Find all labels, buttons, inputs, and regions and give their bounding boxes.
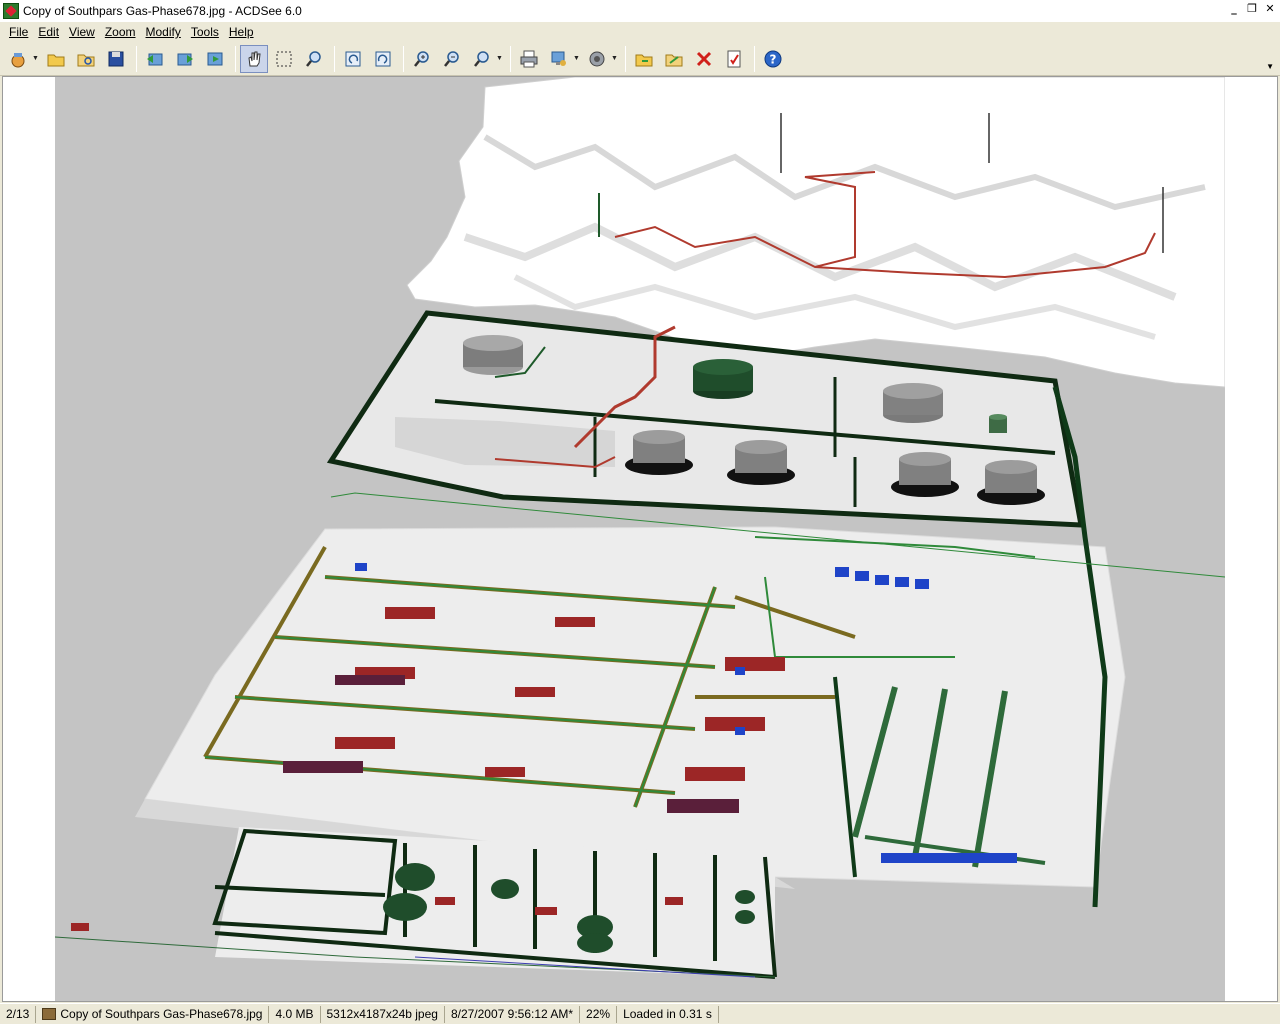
delete-icon — [696, 51, 712, 66]
help-button[interactable]: ? — [759, 45, 787, 73]
title-bar[interactable]: Copy of Southpars Gas-Phase678.jpg - ACD… — [0, 0, 1280, 22]
minimize-button[interactable]: _ — [1226, 2, 1242, 16]
acdsee-app-icon[interactable] — [3, 3, 19, 19]
menu-tools[interactable]: Tools — [186, 23, 224, 41]
previous-image-icon — [147, 53, 163, 65]
image-viewer[interactable] — [2, 76, 1278, 1002]
rotate-right-button[interactable] — [369, 45, 397, 73]
copy-to-folder-button[interactable] — [630, 45, 658, 73]
selection-button[interactable] — [270, 45, 298, 73]
dropdown-arrow-icon[interactable]: ▼ — [573, 55, 581, 62]
render-drawing — [54, 77, 1226, 1001]
menu-bar: File Edit View Zoom Modify Tools Help — [0, 22, 1280, 42]
move-to-folder-button[interactable] — [660, 45, 688, 73]
toolbar-separator — [754, 45, 755, 72]
restore-button[interactable]: ❐ — [1244, 2, 1260, 16]
status-filesize: 4.0 MB — [269, 1005, 321, 1023]
set-wallpaper-button[interactable] — [545, 45, 573, 73]
status-filename: Copy of Southpars Gas-Phase678.jpg — [36, 1005, 270, 1023]
toolbar: ▼ ▼ ▼ ▼? ▼ — [0, 42, 1280, 76]
toolbar-separator — [235, 45, 236, 72]
next-image-button[interactable] — [171, 45, 199, 73]
dropdown-arrow-icon[interactable]: ▼ — [611, 55, 619, 62]
audio-icon — [589, 51, 605, 66]
window-title: Copy of Southpars Gas-Phase678.jpg - ACD… — [23, 4, 302, 18]
acquire-icon — [11, 52, 25, 67]
toolbar-overflow-icon[interactable]: ▼ — [1266, 62, 1274, 71]
status-modified-date: 8/27/2007 9:56:12 AM* — [445, 1005, 581, 1023]
menu-file[interactable]: File — [4, 23, 33, 41]
browse-button[interactable] — [72, 45, 100, 73]
acdsee-window: Copy of Southpars Gas-Phase678.jpg - ACD… — [0, 0, 1280, 1024]
rotate-left-icon — [345, 51, 361, 66]
save-button[interactable] — [102, 45, 130, 73]
next-image-icon — [177, 53, 193, 65]
svg-text:?: ? — [770, 52, 777, 66]
status-bar: 2/13 Copy of Southpars Gas-Phase678.jpg … — [0, 1003, 1280, 1024]
properties-button[interactable] — [720, 45, 748, 73]
move-to-folder-icon — [665, 54, 683, 66]
print-button[interactable] — [515, 45, 543, 73]
properties-icon — [727, 50, 741, 67]
dropdown-arrow-icon[interactable]: ▼ — [32, 55, 40, 62]
rotate-right-icon — [375, 51, 391, 66]
toolbar-separator — [136, 45, 137, 72]
zoom-tool-button[interactable] — [300, 45, 328, 73]
zoom-fit-icon — [474, 50, 489, 67]
zoom-in-button[interactable] — [408, 45, 436, 73]
hand-pan-icon — [248, 51, 261, 66]
zoom-out-button[interactable] — [438, 45, 466, 73]
audio-button[interactable] — [583, 45, 611, 73]
help-icon: ? — [764, 50, 782, 67]
slideshow-button[interactable] — [201, 45, 229, 73]
toolbar-separator — [334, 45, 335, 72]
zoom-tool-icon — [306, 50, 321, 67]
hand-pan-button[interactable] — [240, 44, 268, 73]
toolbar-separator — [403, 45, 404, 72]
browse-icon — [77, 54, 95, 66]
slideshow-icon — [207, 52, 223, 65]
status-zoom: 22% — [580, 1005, 618, 1023]
menu-zoom[interactable]: Zoom — [100, 23, 141, 41]
zoom-in-icon — [414, 50, 429, 67]
status-position: 2/13 — [0, 1005, 37, 1023]
delete-button[interactable] — [690, 45, 718, 73]
close-button[interactable]: ✕ — [1262, 2, 1278, 16]
selection-icon — [276, 51, 292, 66]
status-load-time: Loaded in 0.31 s — [617, 1005, 719, 1023]
open-folder-icon — [47, 54, 65, 66]
copy-to-folder-icon — [635, 54, 653, 66]
menu-view[interactable]: View — [64, 23, 100, 41]
previous-image-button[interactable] — [141, 45, 169, 73]
print-icon — [520, 50, 538, 67]
status-dimensions: 5312x4187x24b jpeg — [321, 1005, 445, 1023]
set-wallpaper-icon — [551, 51, 566, 66]
menu-edit[interactable]: Edit — [33, 23, 64, 41]
open-folder-button[interactable] — [42, 45, 70, 73]
zoom-out-icon — [444, 50, 459, 67]
rotate-left-button[interactable] — [339, 45, 367, 73]
menu-modify[interactable]: Modify — [141, 23, 186, 41]
jpeg-file-icon — [42, 1008, 57, 1020]
toolbar-separator — [625, 45, 626, 72]
window-controls: _ ❐ ✕ — [1226, 2, 1278, 16]
save-icon — [108, 51, 124, 66]
menu-help[interactable]: Help — [224, 23, 259, 41]
acquire-button[interactable] — [4, 45, 32, 73]
zoom-fit-button[interactable] — [468, 45, 496, 73]
toolbar-separator — [510, 45, 511, 72]
dropdown-arrow-icon[interactable]: ▼ — [496, 55, 504, 62]
plant-3d-render-image — [54, 77, 1226, 1001]
